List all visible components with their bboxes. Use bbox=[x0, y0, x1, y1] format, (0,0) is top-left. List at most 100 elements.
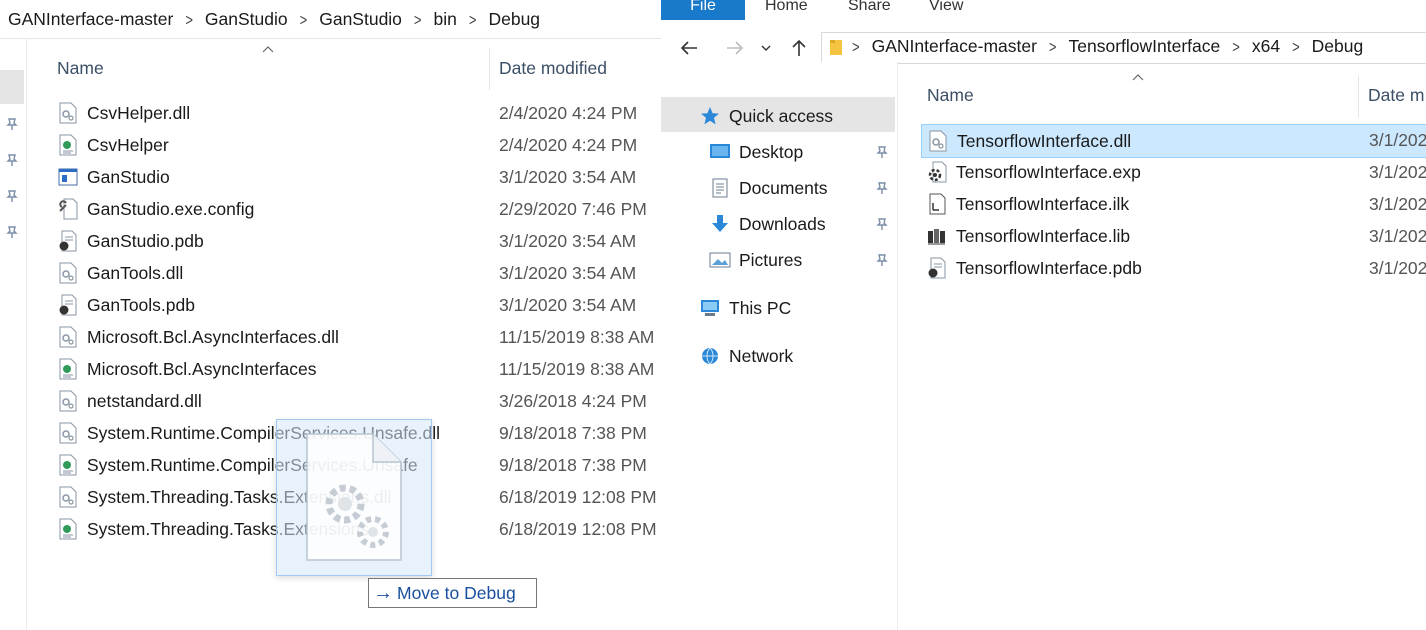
drag-preview bbox=[276, 419, 432, 576]
breadcrumb-item[interactable]: GANInterface-master bbox=[6, 9, 175, 30]
column-header-date-modified[interactable]: Date m bbox=[1368, 85, 1424, 106]
file-date-modified: 3/1/202 bbox=[1369, 226, 1426, 246]
nav-item-label: Quick access bbox=[729, 105, 834, 126]
breadcrumb-item[interactable]: GanStudio bbox=[203, 9, 290, 30]
file-date-modified: 9/18/2018 7:38 PM bbox=[499, 423, 647, 443]
file-date-modified: 3/1/202 bbox=[1369, 194, 1426, 214]
column-header-name[interactable]: Name bbox=[927, 85, 974, 106]
move-arrow-icon: → bbox=[373, 581, 393, 604]
pin-icon[interactable] bbox=[875, 181, 889, 195]
right-explorer-window: File Home Share View > GANInterface-mast… bbox=[661, 0, 1426, 630]
dll-icon bbox=[59, 102, 77, 124]
file-row[interactable]: TensorflowInterface.pdb bbox=[921, 252, 1426, 284]
file-row[interactable]: Microsoft.Bcl.AsyncInterfaces bbox=[52, 353, 478, 385]
file-name: netstandard.dll bbox=[87, 390, 202, 411]
chevron-right-icon: > bbox=[1232, 36, 1240, 57]
file-row[interactable]: netstandard.dll bbox=[52, 385, 478, 417]
breadcrumb-item[interactable]: Debug bbox=[1310, 36, 1366, 57]
file-row[interactable]: GanTools.dll bbox=[52, 257, 478, 289]
file-row[interactable]: TensorflowInterface.ilk bbox=[921, 188, 1426, 220]
pdb-icon bbox=[59, 230, 77, 252]
file-name: GanStudio.pdb bbox=[87, 230, 204, 251]
nav-item-pictures[interactable]: Pictures bbox=[709, 243, 802, 277]
chevron-right-icon: > bbox=[1048, 36, 1057, 57]
file-name: TensorflowInterface.pdb bbox=[956, 257, 1142, 278]
up-arrow-icon[interactable] bbox=[787, 36, 811, 60]
file-date-modified: 3/1/2020 3:54 AM bbox=[499, 295, 637, 315]
drag-tooltip-text: Move to Debug bbox=[397, 582, 516, 603]
breadcrumb-item[interactable]: x64 bbox=[1250, 36, 1282, 57]
file-date-modified: 2/4/2020 4:24 PM bbox=[499, 103, 638, 123]
download-arrow-icon bbox=[712, 215, 728, 232]
file-row[interactable]: TensorflowInterface.exp bbox=[921, 156, 1426, 188]
breadcrumb-item[interactable]: GANInterface-master bbox=[870, 36, 1039, 57]
pin-icon[interactable] bbox=[875, 217, 889, 231]
pin-icon[interactable] bbox=[875, 253, 889, 267]
file-name: TensorflowInterface.lib bbox=[956, 225, 1131, 246]
file-date-modified: 11/15/2019 8:38 AM bbox=[499, 359, 655, 379]
nav-item-this-pc[interactable]: This PC bbox=[699, 291, 791, 325]
file-name: GanTools.pdb bbox=[87, 294, 195, 315]
column-header-date-modified[interactable]: Date modified bbox=[499, 58, 607, 79]
left-nav-selected-item[interactable] bbox=[0, 70, 24, 104]
file-date-modified: 3/1/202 bbox=[1369, 162, 1426, 182]
breadcrumb-item[interactable]: TensorflowInterface bbox=[1067, 36, 1223, 57]
column-header-name[interactable]: Name bbox=[57, 58, 104, 79]
file-row[interactable]: GanStudio.exe.config bbox=[52, 193, 478, 225]
file-name: GanTools.dll bbox=[87, 262, 184, 283]
file-row[interactable]: CsvHelper bbox=[52, 129, 478, 161]
back-arrow-icon[interactable] bbox=[677, 36, 701, 60]
tab-view[interactable]: View bbox=[929, 0, 963, 15]
file-row[interactable]: GanStudio bbox=[52, 161, 478, 193]
file-row[interactable]: CsvHelper.dll bbox=[52, 97, 478, 129]
chevron-right-icon: > bbox=[468, 9, 477, 30]
sort-ascending-icon bbox=[262, 46, 274, 53]
tab-share[interactable]: Share bbox=[848, 0, 891, 15]
file-row[interactable]: Microsoft.Bcl.AsyncInterfaces.dll bbox=[52, 321, 478, 353]
file-name: TensorflowInterface.dll bbox=[957, 130, 1132, 151]
file-date-modified: 3/1/2020 3:54 AM bbox=[499, 167, 637, 187]
breadcrumb-item[interactable]: bin bbox=[432, 9, 459, 30]
pin-icon[interactable] bbox=[5, 117, 19, 131]
pin-icon[interactable] bbox=[5, 189, 19, 203]
left-breadcrumb: GANInterface-master > GanStudio > GanStu… bbox=[6, 9, 542, 30]
exp-icon bbox=[928, 161, 947, 183]
left-address-bar[interactable]: GANInterface-master > GanStudio > GanStu… bbox=[0, 0, 661, 39]
breadcrumb-item[interactable]: Debug bbox=[486, 9, 542, 30]
dll-icon bbox=[306, 433, 402, 561]
pin-icon[interactable] bbox=[875, 145, 889, 159]
nav-item-quick-access[interactable]: Quick access bbox=[699, 99, 833, 133]
exe-icon bbox=[58, 168, 78, 186]
column-divider[interactable] bbox=[1358, 76, 1359, 118]
tab-file[interactable]: File bbox=[661, 0, 745, 20]
right-address-bar[interactable]: > GANInterface-master > TensorflowInterf… bbox=[821, 32, 1426, 64]
nav-item-network[interactable]: Network bbox=[699, 339, 793, 373]
file-name: GanStudio.exe.config bbox=[87, 198, 255, 219]
breadcrumb-item[interactable]: GanStudio bbox=[317, 9, 404, 30]
computer-icon bbox=[701, 300, 719, 316]
xml-doc-icon bbox=[59, 134, 77, 156]
pin-icon[interactable] bbox=[5, 153, 19, 167]
file-date-modified: 2/4/2020 4:24 PM bbox=[499, 135, 638, 155]
file-date-modified: 9/18/2018 7:38 PM bbox=[499, 455, 647, 475]
star-icon bbox=[701, 107, 719, 125]
file-row[interactable]: TensorflowInterface.dll bbox=[921, 124, 1426, 158]
file-row[interactable]: GanTools.pdb bbox=[52, 289, 478, 321]
forward-arrow-icon[interactable] bbox=[723, 36, 747, 60]
file-name: Microsoft.Bcl.AsyncInterfaces.dll bbox=[87, 326, 339, 347]
column-divider[interactable] bbox=[489, 48, 490, 90]
sort-ascending-icon bbox=[1132, 74, 1144, 81]
pin-icon[interactable] bbox=[5, 225, 19, 239]
nav-item-documents[interactable]: Documents bbox=[709, 171, 828, 205]
xml-doc-icon bbox=[59, 454, 77, 476]
dll-icon bbox=[59, 486, 77, 508]
chevron-right-icon: > bbox=[413, 9, 422, 30]
nav-item-desktop[interactable]: Desktop bbox=[709, 135, 803, 169]
chevron-right-icon: > bbox=[852, 36, 860, 57]
tab-home[interactable]: Home bbox=[765, 0, 808, 15]
file-name: CsvHelper bbox=[87, 134, 169, 155]
recent-locations-chevron-icon[interactable] bbox=[759, 36, 773, 60]
file-row[interactable]: GanStudio.pdb bbox=[52, 225, 478, 257]
file-row[interactable]: TensorflowInterface.lib bbox=[921, 220, 1426, 252]
nav-item-downloads[interactable]: Downloads bbox=[709, 207, 826, 241]
